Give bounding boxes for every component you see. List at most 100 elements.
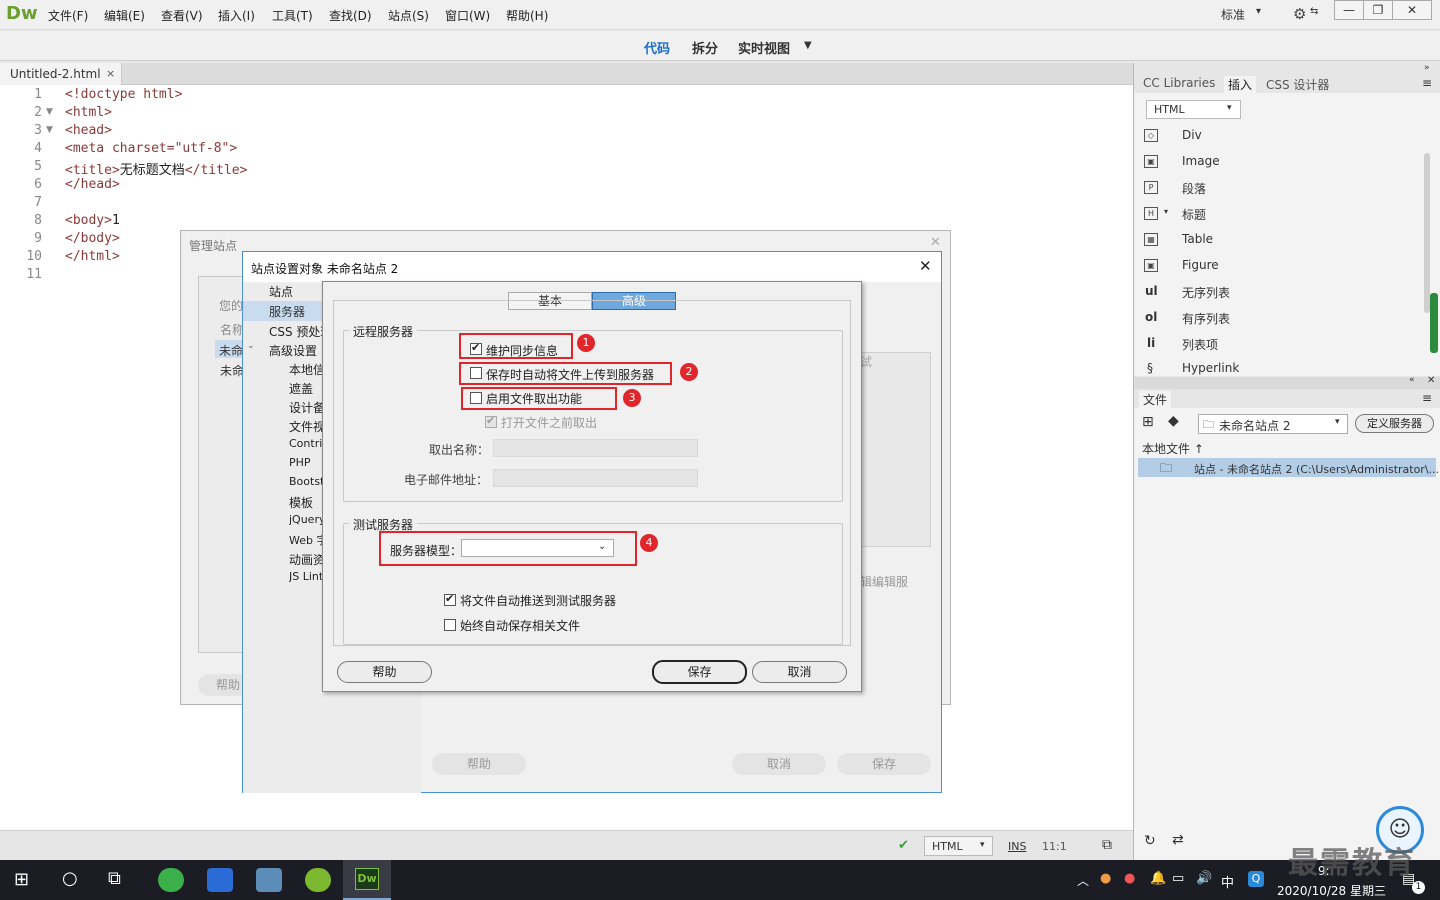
restore-icon[interactable]: ❐	[1363, 0, 1393, 20]
menu-site[interactable]: 站点(S)	[388, 7, 429, 24]
menu-find[interactable]: 查找(D)	[329, 7, 372, 24]
site-row[interactable]: 🗀 站点 - 未命名站点 2 (C:\Users\Administrator\.…	[1138, 458, 1440, 477]
server-advanced-dialog: 基本 高级 远程服务器 维护同步信息 1 保存时自动将文件上传到服务器 2 启用…	[322, 281, 862, 692]
qq-icon[interactable]: ●	[1100, 871, 1111, 886]
workspace-switcher[interactable]: 标准	[1221, 6, 1245, 23]
help-button[interactable]: 帮助	[432, 753, 526, 775]
save-button[interactable]: 保存	[652, 660, 747, 684]
cancel-button[interactable]: 取消	[752, 661, 847, 683]
site-select[interactable]: 🗀 未命名站点 2 ▾	[1198, 414, 1348, 434]
save-button[interactable]: 保存	[837, 753, 931, 775]
category-select[interactable]: HTML ▾	[1146, 100, 1241, 119]
close-icon[interactable]: ✕	[1392, 0, 1432, 20]
define-server-button[interactable]: 定义服务器	[1355, 414, 1434, 433]
auto-push-checkbox[interactable]	[444, 592, 456, 606]
notification-bell-icon[interactable]: 🔔	[1150, 871, 1166, 886]
chevron-up-icon[interactable]: ︿	[1077, 872, 1089, 889]
insert-figure[interactable]: ▣ Figure	[1144, 256, 1424, 278]
search-icon[interactable]: ○	[62, 868, 78, 889]
enable-checkout-checkbox[interactable]	[470, 392, 482, 404]
menu-help[interactable]: 帮助(H)	[506, 7, 548, 24]
tab-insert[interactable]: 插入	[1224, 76, 1257, 93]
insert-div[interactable]: ◇ Div	[1144, 126, 1424, 148]
menu-edit[interactable]: 编辑(E)	[104, 7, 145, 24]
network-icon[interactable]: ▭	[1172, 871, 1184, 886]
menu-insert[interactable]: 插入(I)	[218, 7, 255, 24]
panel-menu-icon[interactable]: ≡	[1422, 391, 1432, 405]
image-icon: ▣	[1144, 155, 1158, 168]
windows-start-icon[interactable]: ⊞	[14, 869, 29, 890]
ime-indicator[interactable]: 中	[1221, 872, 1234, 891]
qq-browser-icon[interactable]: Q	[1248, 871, 1264, 887]
insert-image[interactable]: ▣ Image	[1144, 152, 1424, 174]
insert-ol[interactable]: ol 有序列表	[1144, 308, 1424, 330]
insert-table[interactable]: ▦ Table	[1144, 230, 1424, 252]
tab-code[interactable]: 代码	[644, 38, 670, 57]
volume-icon[interactable]: 🔊	[1196, 871, 1212, 886]
local-files-header[interactable]: 本地文件 ↑	[1142, 440, 1204, 457]
wps-icon[interactable]	[207, 868, 233, 892]
collapse-icon[interactable]: «	[1409, 375, 1415, 385]
qq-icon[interactable]: ●	[1124, 871, 1135, 886]
close-icon[interactable]: ✕	[919, 257, 932, 275]
collapse-icon[interactable]: »	[1424, 63, 1430, 73]
always-save-checkbox[interactable]	[444, 619, 456, 631]
connect-icon[interactable]: ⊞	[1142, 414, 1154, 430]
maintain-sync-checkbox[interactable]	[470, 341, 482, 355]
sync-icon[interactable]: ⇄	[1172, 832, 1184, 848]
server-model-label: 服务器模型：	[390, 544, 463, 558]
insert-item-label: Figure	[1182, 258, 1219, 272]
insert-ul[interactable]: ul 无序列表	[1144, 282, 1424, 304]
edit-server-hint: 辑编辑服	[860, 575, 909, 589]
dreamweaver-taskbar-button[interactable]: Dw	[343, 860, 391, 900]
menu-tools[interactable]: 工具(T)	[272, 7, 313, 24]
tab-split[interactable]: 拆分	[692, 38, 718, 57]
tab-live-view[interactable]: 实时视图	[738, 38, 790, 57]
close-icon[interactable]: ×	[106, 67, 115, 80]
language-select[interactable]: HTML ▾	[924, 836, 993, 856]
close-icon[interactable]: ✕	[1427, 375, 1435, 386]
gear-icon[interactable]: ⚙	[1293, 5, 1306, 23]
insert-item-label: Image	[1182, 154, 1220, 168]
site-row-label: 站点 - 未命名站点 2 (C:\Users\Administrator\...	[1194, 463, 1440, 476]
task-view-icon[interactable]: ⧉	[108, 868, 121, 889]
checkout-name-input[interactable]	[493, 439, 698, 457]
insert-mode[interactable]: INS	[1008, 840, 1026, 853]
app-icon[interactable]	[256, 868, 282, 892]
menu-window[interactable]: 窗口(W)	[445, 7, 490, 24]
tab-css-designer[interactable]: CSS 设计器	[1262, 76, 1333, 93]
email-input[interactable]	[493, 469, 698, 487]
fold-icon[interactable]: ▼	[46, 107, 53, 117]
insert-paragraph[interactable]: P 段落	[1144, 178, 1424, 200]
insert-heading[interactable]: H ▾ 标题	[1144, 204, 1424, 226]
help-button[interactable]: 帮助	[337, 661, 432, 683]
scrollbar[interactable]	[1424, 153, 1430, 313]
cancel-button[interactable]: 取消	[732, 753, 826, 775]
server-model-select[interactable]: ⌄	[461, 539, 614, 557]
preview-icon[interactable]: ⧉	[1102, 837, 1112, 853]
menu-file[interactable]: 文件(F)	[48, 7, 88, 24]
code-line: </html>	[65, 249, 120, 264]
close-icon[interactable]: ✕	[930, 235, 941, 250]
tab-files[interactable]: 文件	[1139, 391, 1172, 408]
refresh-icon[interactable]: ↻	[1144, 833, 1156, 849]
windows-taskbar: ⊞ ○ ⧉ Dw ︿ ● ● 🔔 ▭ 🔊 中 Q 9: 2020/10/28 星…	[0, 846, 1440, 900]
checkout-before-open-checkbox[interactable]	[485, 414, 497, 428]
insert-hyperlink[interactable]: § Hyperlink	[1144, 360, 1424, 376]
fold-icon[interactable]: ▼	[46, 125, 53, 135]
minimize-icon[interactable]: —	[1334, 0, 1364, 20]
git-icon[interactable]: ◆	[1168, 413, 1179, 429]
menu-view[interactable]: 查看(V)	[161, 7, 203, 24]
chevron-down-icon[interactable]: ▾	[1164, 207, 1168, 216]
insert-li[interactable]: li 列表项	[1144, 334, 1424, 356]
auto-upload-checkbox[interactable]	[470, 367, 482, 379]
browser-icon[interactable]	[158, 868, 184, 892]
li-icon: li	[1147, 336, 1156, 350]
chevron-down-icon[interactable]: ▼	[804, 40, 812, 51]
clock-date[interactable]: 2020/10/28 星期三	[1277, 882, 1386, 899]
tab-untitled-2[interactable]: Untitled-2.html ×	[0, 63, 122, 85]
panel-menu-icon[interactable]: ≡	[1422, 76, 1432, 90]
tab-cc-libraries[interactable]: CC Libraries	[1139, 76, 1219, 90]
app-icon[interactable]	[305, 868, 331, 892]
chevron-down-icon[interactable]: ⌄	[247, 341, 255, 351]
